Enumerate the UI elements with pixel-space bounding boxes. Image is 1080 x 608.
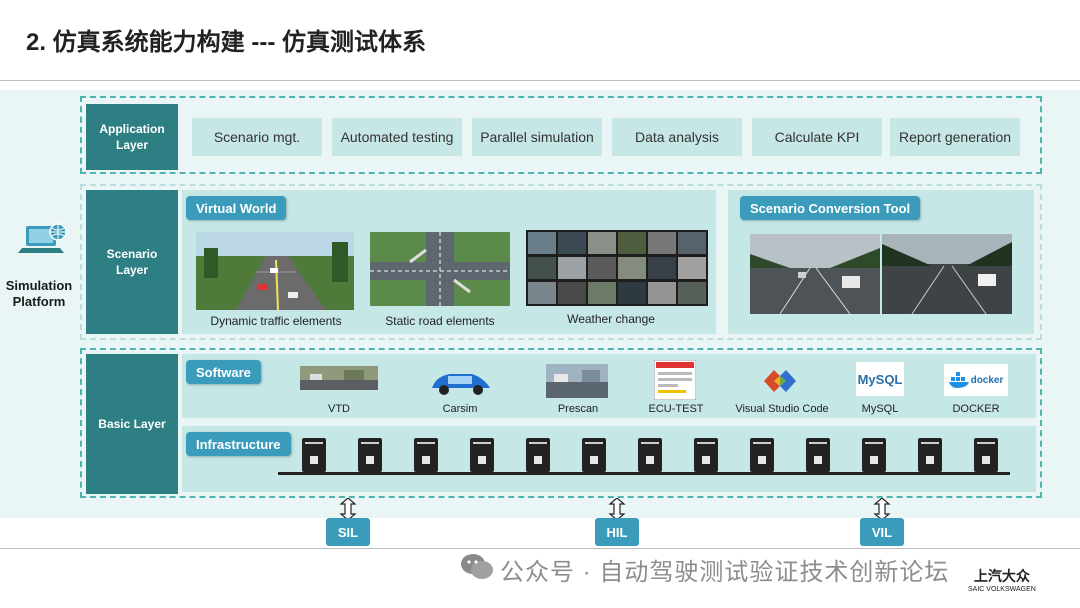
- sil-button[interactable]: SIL: [326, 518, 370, 546]
- scenario-layer-label-text: Scenario Layer: [106, 247, 158, 277]
- server-icon: [974, 438, 998, 472]
- app-item-scenario-mgt[interactable]: Scenario mgt.: [192, 118, 322, 156]
- mysql-logo-text: MySQL: [857, 371, 903, 387]
- carsim-icon[interactable]: [428, 366, 494, 398]
- server-icon: [414, 438, 438, 472]
- hil-button[interactable]: HIL: [595, 518, 639, 546]
- caption-dynamic-traffic: Dynamic traffic elements: [210, 314, 342, 328]
- ecu-test-icon[interactable]: [654, 360, 696, 400]
- brand-cn: 上汽大众: [973, 568, 1030, 584]
- real-road-image: [750, 234, 880, 314]
- app-item-calculate-kpi[interactable]: Calculate KPI: [752, 118, 882, 156]
- simulation-platform-label: Simulation Platform: [0, 278, 78, 310]
- conversion-tool-tag: Scenario Conversion Tool: [740, 196, 921, 220]
- docker-logo-text: docker: [970, 374, 1004, 386]
- virtual-world-tag: Virtual World: [186, 196, 287, 220]
- server-icon: [918, 438, 942, 472]
- double-arrow-icon: [608, 498, 626, 520]
- software-label-prescan: Prescan: [557, 403, 599, 415]
- visual-studio-code-icon[interactable]: [760, 366, 800, 396]
- server-icon: [750, 438, 774, 472]
- app-item-parallel-simulation[interactable]: Parallel simulation: [472, 118, 602, 156]
- network-bus-line: [278, 472, 1010, 475]
- software-label-vscode: Visual Studio Code: [735, 403, 829, 415]
- software-tag: Software: [186, 360, 261, 384]
- scenario-layer-label: Scenario Layer: [86, 190, 178, 334]
- dynamic-traffic-image: [196, 232, 354, 310]
- weather-change-image: [526, 230, 708, 306]
- server-icon: [582, 438, 606, 472]
- vtd-icon[interactable]: [300, 366, 378, 390]
- server-icon: [526, 438, 550, 472]
- simulated-road-image: [882, 234, 1012, 314]
- prescan-icon[interactable]: [546, 364, 608, 398]
- software-label-vtd: VTD: [328, 403, 350, 415]
- brand-en: SAIC VOLKSWAGEN: [968, 586, 1036, 593]
- app-item-data-analysis[interactable]: Data analysis: [612, 118, 742, 156]
- software-label-docker: DOCKER: [952, 403, 1000, 415]
- double-arrow-icon: [873, 498, 891, 520]
- server-icon: [862, 438, 886, 472]
- page-title: 2. 仿真系统能力构建 --- 仿真测试体系: [26, 29, 426, 56]
- infrastructure-tag: Infrastructure: [186, 432, 291, 456]
- server-icon: [302, 438, 326, 472]
- software-label-mysql: MySQL: [861, 403, 899, 415]
- software-label-carsim: Carsim: [442, 403, 478, 415]
- docker-icon[interactable]: docker: [944, 364, 1008, 396]
- server-icon: [638, 438, 662, 472]
- double-arrow-icon: [339, 498, 357, 520]
- bottom-divider: [0, 548, 1080, 549]
- laptop-globe-icon: [4, 222, 82, 267]
- app-item-report-generation[interactable]: Report generation: [890, 118, 1020, 156]
- server-icon: [694, 438, 718, 472]
- software-label-ecu-test: ECU-TEST: [648, 403, 704, 415]
- basic-layer-label: Basic Layer: [86, 354, 178, 494]
- application-layer-label: Application Layer: [86, 104, 178, 170]
- vil-button[interactable]: VIL: [860, 518, 904, 546]
- server-icon: [358, 438, 382, 472]
- caption-static-road: Static road elements: [385, 314, 495, 328]
- server-icon: [806, 438, 830, 472]
- mysql-icon[interactable]: MySQL: [856, 362, 904, 396]
- wechat-icon: [460, 552, 494, 582]
- watermark-text: 公众号 · 自动驾驶测试验证技术创新论坛: [500, 559, 950, 586]
- caption-weather-change: Weather change: [567, 312, 655, 326]
- saic-vw-logo: 上汽大众 SAIC VOLKSWAGEN: [968, 566, 1036, 593]
- application-layer-label-text: Application Layer: [99, 122, 165, 152]
- static-road-image: [370, 232, 510, 306]
- title-divider: [0, 80, 1080, 81]
- app-item-automated-testing[interactable]: Automated testing: [332, 118, 462, 156]
- server-icon: [470, 438, 494, 472]
- platform-label-line2: Platform: [12, 294, 66, 309]
- platform-label-line1: Simulation: [5, 278, 73, 293]
